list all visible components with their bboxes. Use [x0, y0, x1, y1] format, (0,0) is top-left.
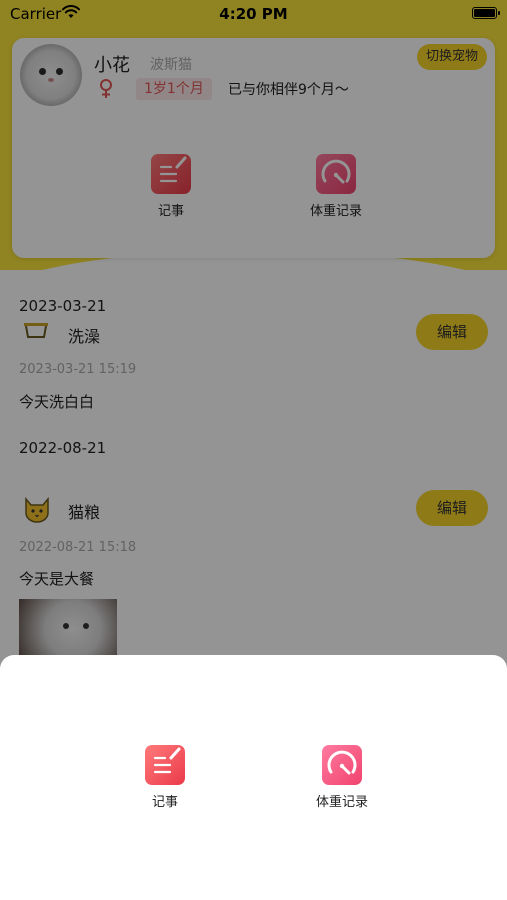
weight-scale-icon — [322, 745, 362, 785]
sheet-note-action[interactable]: 记事 — [105, 745, 225, 810]
action-sheet: 记事 体重记录 — [0, 655, 507, 900]
note-icon — [145, 745, 185, 785]
sheet-weight-label: 体重记录 — [315, 795, 368, 810]
sheet-weight-action[interactable]: 体重记录 — [282, 745, 402, 810]
sheet-note-label: 记事 — [151, 795, 178, 810]
